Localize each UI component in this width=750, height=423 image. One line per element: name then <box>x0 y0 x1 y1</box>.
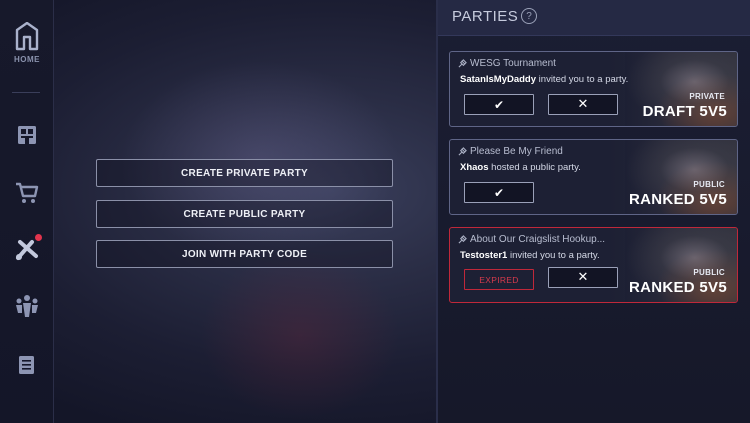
invite-message: Xhaos hosted a public party. <box>460 162 581 173</box>
pin-icon <box>458 147 467 156</box>
join-with-party-code-button[interactable]: JOIN WITH PARTY CODE <box>96 240 393 268</box>
party-card: WESG Tournament SatanIsMyDaddy invited y… <box>449 51 738 127</box>
expired-badge: EXPIRED <box>464 269 534 290</box>
sidebar-item-store[interactable] <box>0 181 54 205</box>
host-name: Xhaos <box>460 162 489 173</box>
close-icon: ✕ <box>577 97 589 112</box>
party-name-text: WESG Tournament <box>470 58 556 69</box>
invite-message: Testoster1 invited you to a party. <box>460 250 600 261</box>
party-visibility: PRIVATE <box>689 92 725 101</box>
sidebar-divider <box>12 92 40 93</box>
party-visibility: PUBLIC <box>693 268 725 277</box>
inviter-name: SatanIsMyDaddy <box>460 74 537 85</box>
cart-icon <box>16 182 39 203</box>
inviter-name: Testoster1 <box>460 250 508 261</box>
create-public-party-button[interactable]: CREATE PUBLIC PARTY <box>96 200 393 228</box>
party-card-expired: About Our Craigslist Hookup... Testoster… <box>449 227 738 303</box>
sidebar: HOME <box>0 0 54 423</box>
accept-button[interactable]: ✔ <box>464 94 534 115</box>
party-name: About Our Craigslist Hookup... <box>458 234 605 245</box>
notification-dot <box>35 234 42 241</box>
create-private-party-button[interactable]: CREATE PRIVATE PARTY <box>96 159 393 187</box>
dismiss-button[interactable]: ✕ <box>548 267 618 288</box>
party-name-text: About Our Craigslist Hookup... <box>470 234 606 245</box>
home-icon <box>15 22 39 51</box>
social-icon <box>16 295 38 317</box>
sidebar-item-collection[interactable] <box>0 123 54 147</box>
sidebar-item-home[interactable]: HOME <box>0 22 54 64</box>
close-icon: ✕ <box>577 270 589 285</box>
check-icon: ✔ <box>493 97 505 112</box>
party-name-text: Please Be My Friend <box>470 146 563 157</box>
pin-icon <box>458 59 467 68</box>
game-mode: RANKED 5V5 <box>628 191 727 208</box>
game-mode: DRAFT 5V5 <box>642 103 727 120</box>
party-name: Please Be My Friend <box>458 146 563 157</box>
background-glow-red <box>200 250 400 420</box>
pin-icon <box>458 235 467 244</box>
invite-message: SatanIsMyDaddy invited you to a party. <box>460 74 628 85</box>
invite-text: invited you to a party. <box>507 250 600 261</box>
join-button[interactable]: ✔ <box>464 182 534 203</box>
sidebar-item-tasks[interactable] <box>0 353 54 377</box>
invite-text: invited you to a party. <box>536 74 629 85</box>
help-icon[interactable]: ? <box>521 8 537 24</box>
check-icon: ✔ <box>493 185 505 200</box>
sidebar-item-play[interactable] <box>0 234 54 262</box>
party-name: WESG Tournament <box>458 58 556 69</box>
game-mode: RANKED 5V5 <box>628 279 727 296</box>
party-visibility: PUBLIC <box>693 180 725 189</box>
sidebar-item-social[interactable] <box>0 293 54 319</box>
decline-button[interactable]: ✕ <box>548 94 618 115</box>
invite-text: hosted a public party. <box>488 162 581 173</box>
home-label: HOME <box>14 55 40 64</box>
scroll-icon <box>19 356 34 374</box>
parties-title: PARTIES <box>452 8 519 25</box>
collection-icon <box>18 126 36 144</box>
party-card: Please Be My Friend Xhaos hosted a publi… <box>449 139 738 215</box>
